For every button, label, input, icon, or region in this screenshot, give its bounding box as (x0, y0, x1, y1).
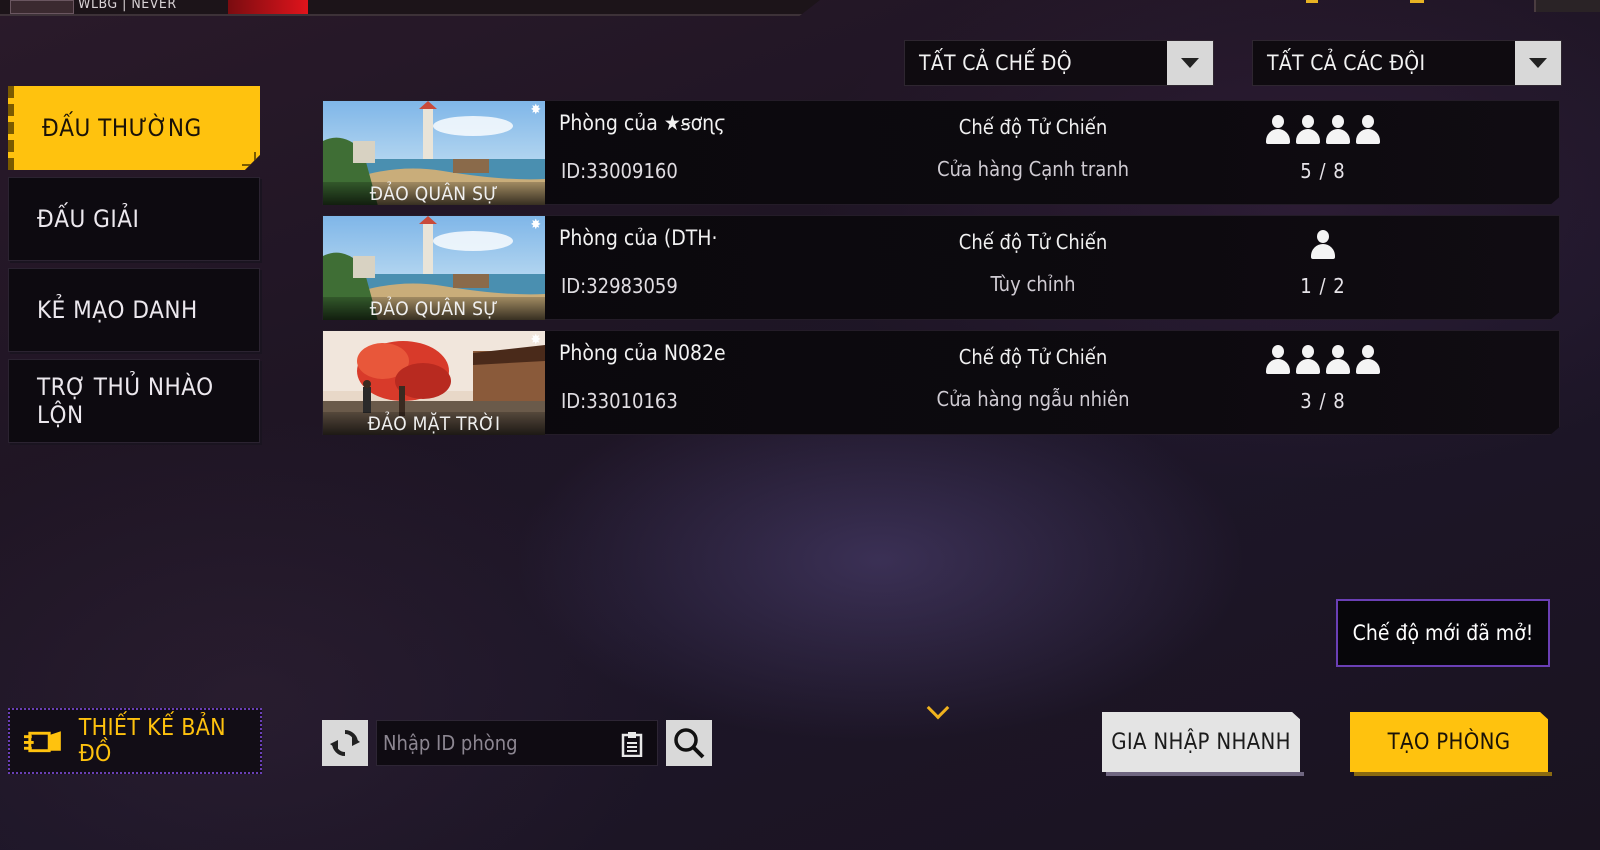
room-shop-type: Cửa hàng ngẫu nhiên (936, 387, 1130, 411)
refresh-icon (330, 730, 360, 756)
tab-normal-match[interactable]: ĐẤU THƯỜNG (8, 86, 260, 170)
room-shop-type: Cửa hàng Cạnh tranh (936, 157, 1130, 181)
dropdown-button[interactable] (1167, 41, 1213, 85)
room-mode: Chế độ Tử Chiến (958, 115, 1108, 139)
player-count: 1 / 2 (1300, 274, 1346, 298)
search-icon (674, 728, 705, 759)
tab-flip-helper[interactable]: TRỢ THỦ NHÀO LỘN (8, 359, 260, 443)
notice-text: Chế độ mới đã mở! (1352, 621, 1534, 645)
room-id-input[interactable] (377, 721, 607, 765)
sun-icon: ✸ (530, 217, 541, 233)
room-row[interactable]: ĐẢO QUÂN SỰ ✸ Phòng của (DTH· ID:3298305… (322, 215, 1560, 320)
mode-filter-dropdown[interactable]: TẤT CẢ CHẾ ĐỘ (904, 40, 1214, 86)
tab-label: KẺ MẠO DANH (37, 296, 198, 324)
room-id: ID:33009160 (561, 159, 678, 183)
map-name: ĐẢO QUÂN SỰ (323, 297, 545, 320)
map-design-label: THIẾT KẾ BẢN ĐỒ (78, 715, 226, 767)
sun-icon: ✸ (530, 102, 541, 118)
person-icon (1325, 345, 1351, 375)
caret-down-icon (1181, 58, 1199, 68)
player-count: 3 / 8 (1300, 389, 1346, 413)
map-name: ĐẢO QUÂN SỰ (323, 182, 545, 205)
person-icon (1355, 115, 1381, 145)
room-id: ID:33010163 (561, 389, 678, 413)
room-shop-type: Tùy chỉnh (990, 272, 1076, 296)
tab-label: ĐẤU THƯỜNG (42, 114, 202, 142)
paste-icon[interactable] (621, 731, 645, 757)
dropdown-button[interactable] (1515, 41, 1561, 85)
person-icon (1310, 230, 1336, 260)
team-size-icons (1223, 115, 1423, 145)
create-room-button[interactable]: TẠO PHÒNG (1350, 712, 1548, 772)
currency-icon (1306, 0, 1318, 3)
room-name: Phòng của N082e (559, 341, 726, 365)
person-icon (1295, 115, 1321, 145)
tab-corner-notch (242, 152, 256, 166)
create-room-label: TẠO PHÒNG (1387, 729, 1511, 755)
map-name: ĐẢO MẶT TRỜI (323, 412, 545, 435)
tab-label: ĐẤU GIẢI (37, 205, 140, 233)
chevron-down-icon[interactable] (926, 696, 950, 720)
refresh-button[interactable] (322, 720, 368, 766)
tab-label: TRỢ THỦ NHÀO LỘN (37, 373, 214, 429)
player-count: 5 / 8 (1300, 159, 1346, 183)
map-design-button[interactable]: THIẾT KẾ BẢN ĐỒ (8, 708, 262, 774)
room-mode: Chế độ Tử Chiến (958, 345, 1108, 369)
tab-tournament[interactable]: ĐẤU GIẢI (8, 177, 260, 261)
mode-filter-label: TẤT CẢ CHẾ ĐỘ (919, 51, 1072, 75)
room-name: Phòng của (DTH· (559, 226, 718, 250)
quick-join-label: GIA NHẬP NHANH (1111, 729, 1291, 755)
quick-join-button[interactable]: GIA NHẬP NHANH (1102, 712, 1300, 772)
sun-icon: ✸ (530, 332, 541, 348)
map-design-icon (24, 731, 61, 753)
tab-impostor[interactable]: KẺ MẠO DANH (8, 268, 260, 352)
player-name: WLBG | NEVER (78, 0, 177, 12)
room-id: ID:32983059 (561, 274, 678, 298)
room-id-search-box[interactable] (376, 720, 658, 766)
room-row[interactable]: ĐẢO QUÂN SỰ ✸ Phòng của ★ꞩơɳϛ ID:3300916… (322, 100, 1560, 205)
person-icon (1325, 115, 1351, 145)
button-shadow (1354, 772, 1552, 776)
player-avatar[interactable] (10, 0, 74, 14)
person-icon (1295, 345, 1321, 375)
search-button[interactable] (666, 720, 712, 766)
room-mode: Chế độ Tử Chiến (958, 230, 1108, 254)
room-name: Phòng của ★ꞩơɳϛ (559, 111, 726, 135)
team-filter-dropdown[interactable]: TẤT CẢ CÁC ĐỘI (1252, 40, 1562, 86)
top-right-panel[interactable] (1534, 0, 1600, 12)
team-size-icons (1223, 345, 1423, 375)
new-mode-notice[interactable]: Chế độ mới đã mở! (1336, 599, 1550, 667)
map-thumbnail: ĐẢO QUÂN SỰ ✸ (323, 216, 545, 320)
map-thumbnail: ĐẢO QUÂN SỰ ✸ (323, 101, 545, 205)
person-icon (1265, 345, 1291, 375)
person-icon (1265, 115, 1291, 145)
map-thumbnail: ĐẢO MẶT TRỜI ✸ (323, 331, 545, 435)
team-filter-label: TẤT CẢ CÁC ĐỘI (1267, 51, 1426, 75)
person-icon (1355, 345, 1381, 375)
button-shadow (1106, 772, 1304, 776)
rank-banner (228, 0, 308, 14)
team-size-icons (1223, 230, 1423, 260)
caret-down-icon (1529, 58, 1547, 68)
room-row[interactable]: ĐẢO MẶT TRỜI ✸ Phòng của N082e ID:330101… (322, 330, 1560, 435)
currency-icon (1410, 0, 1424, 3)
